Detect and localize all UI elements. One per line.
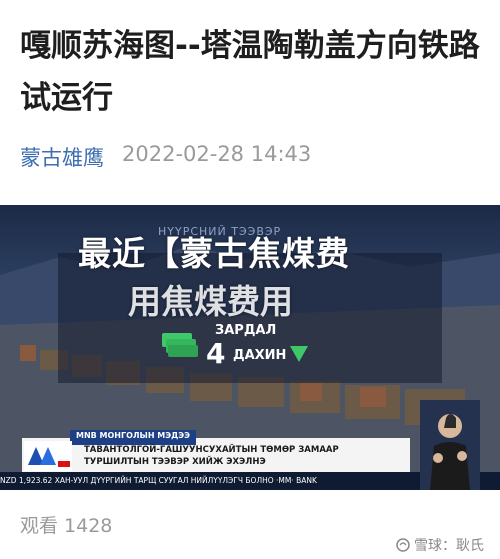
ticker-text: ТАВАНТОЛГОЙ-ГАШУУНСУХАЙТЫН ТӨМӨР ЗАМААР …	[84, 444, 339, 468]
money-icon	[162, 333, 198, 357]
video-player[interactable]: НҮҮРСНИЙ ТЭЭВЭР 最近【蒙古焦煤费 用焦煤费用 ЗАРДАЛ 4 …	[0, 205, 500, 490]
mnb-logo-icon	[24, 441, 72, 471]
cost-factor: 4	[206, 337, 226, 370]
overlay-subtitle: 用焦煤费用	[128, 282, 293, 321]
arrow-down-icon	[290, 346, 308, 362]
ticker-line-2: ТУРШИЛТЫН ТЭЭВЭР ХИЙЖ ЭХЭЛНЭ	[84, 457, 266, 467]
watermark-text: 雪球：耿氏	[414, 538, 484, 554]
author-link[interactable]: 蒙古雄鹰	[20, 142, 104, 172]
cost-times-label: ДАХИН	[233, 348, 287, 363]
cost-label: ЗАРДАЛ	[215, 323, 277, 338]
view-count: 观看 1428	[20, 515, 113, 537]
ticker-line-1: ТАВАНТОЛГОЙ-ГАШУУНСУХАЙТЫН ТӨМӨР ЗАМААР	[84, 445, 339, 455]
sign-language-interpreter	[420, 400, 480, 490]
snowball-logo-icon	[396, 538, 410, 552]
publish-date: 2022-02-28 14:43	[122, 142, 312, 166]
channel-tag: MNB МОНГОЛЫН МЭДЭЭ	[70, 430, 197, 445]
watermark: 雪球：耿氏	[396, 535, 484, 555]
article-meta: 蒙古雄鹰 2022-02-28 14:43	[20, 142, 311, 172]
overlay-title: 最近【蒙古焦煤费	[78, 234, 350, 273]
article-title: 嘎顺苏海图--塔温陶勒盖方向铁路试运行	[20, 28, 480, 116]
